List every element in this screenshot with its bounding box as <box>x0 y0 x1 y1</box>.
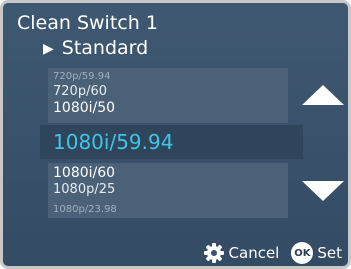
cancel-button-icon[interactable] <box>203 242 225 264</box>
cancel-button[interactable]: Cancel <box>229 245 280 261</box>
triangle-down-icon[interactable] <box>302 181 344 201</box>
list-item[interactable]: 720p/59.94 <box>53 71 110 82</box>
ok-icon[interactable]: OK <box>291 242 314 264</box>
list-item[interactable]: 1080i/50 <box>53 101 115 116</box>
set-button[interactable]: Set <box>317 245 342 261</box>
list-item[interactable]: 1080p/23.98 <box>53 204 117 215</box>
menu-panel: Clean Switch 1 ▶ Standard 720p/59.94 720p… <box>0 0 351 269</box>
play-arrow-icon: ▶ <box>43 41 54 57</box>
menu-subtitle: ▶ Standard <box>43 38 148 59</box>
list-item[interactable]: 720p/60 <box>53 85 107 99</box>
footer-controls: Cancel OK Set <box>203 241 342 265</box>
menu-title: Clean Switch 1 <box>17 12 158 34</box>
menu-subtitle-label: Standard <box>61 37 149 59</box>
selected-item[interactable]: 1080i/59.94 <box>53 131 173 153</box>
gear-icon <box>203 243 224 263</box>
list-item[interactable]: 1080i/60 <box>53 166 115 181</box>
list-item[interactable]: 1080p/25 <box>53 183 115 197</box>
triangle-up-icon[interactable] <box>302 85 344 105</box>
